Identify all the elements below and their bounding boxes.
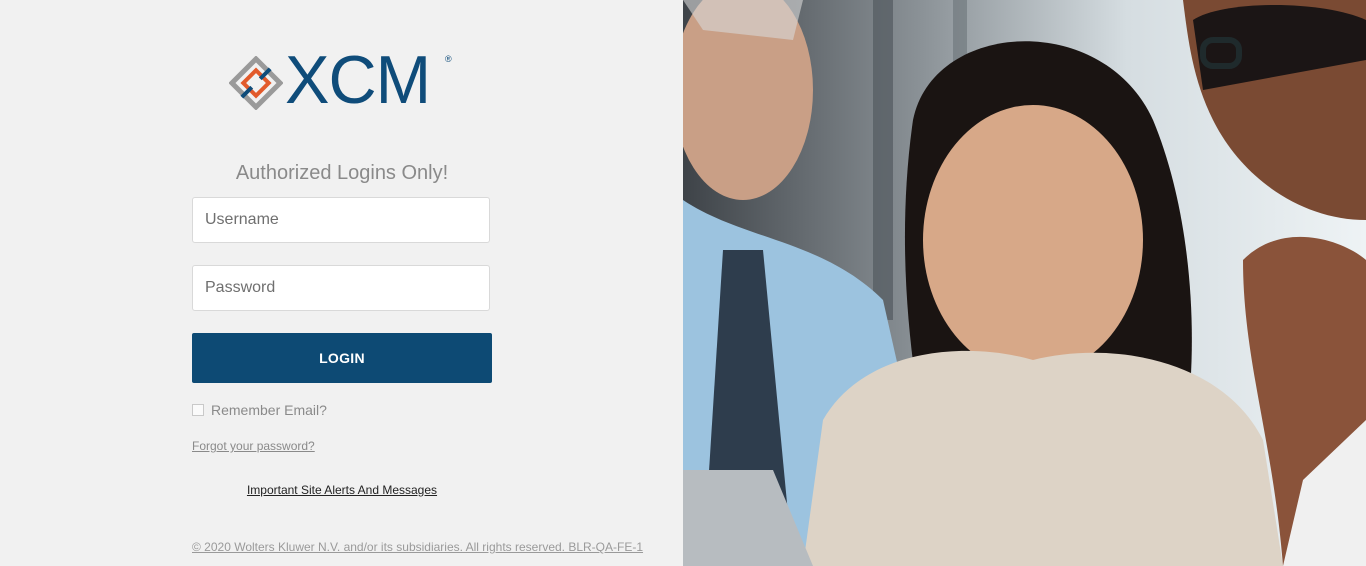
- copyright-footer[interactable]: © 2020 Wolters Kluwer N.V. and/or its su…: [192, 540, 643, 554]
- username-input[interactable]: [192, 197, 490, 243]
- xcm-logo: XCM ®: [229, 46, 459, 114]
- hero-photo: [683, 0, 1366, 566]
- authorized-heading: Authorized Logins Only!: [235, 162, 449, 184]
- login-button[interactable]: LOGIN: [192, 333, 492, 383]
- remember-email-checkbox[interactable]: [192, 404, 204, 416]
- remember-email-label: Remember Email?: [211, 402, 327, 418]
- office-people-photo: [683, 0, 1366, 566]
- forgot-password-link[interactable]: Forgot your password?: [192, 439, 315, 453]
- xcm-diamond-mark-icon: [229, 56, 283, 110]
- login-panel: XCM ® Authorized Logins Only! LOGIN Reme…: [0, 0, 683, 566]
- password-input[interactable]: [192, 265, 490, 311]
- registered-mark: ®: [445, 54, 452, 64]
- brand-name: XCM: [285, 42, 431, 118]
- site-alerts-link[interactable]: Important Site Alerts And Messages: [192, 483, 492, 497]
- remember-email[interactable]: Remember Email?: [192, 402, 327, 418]
